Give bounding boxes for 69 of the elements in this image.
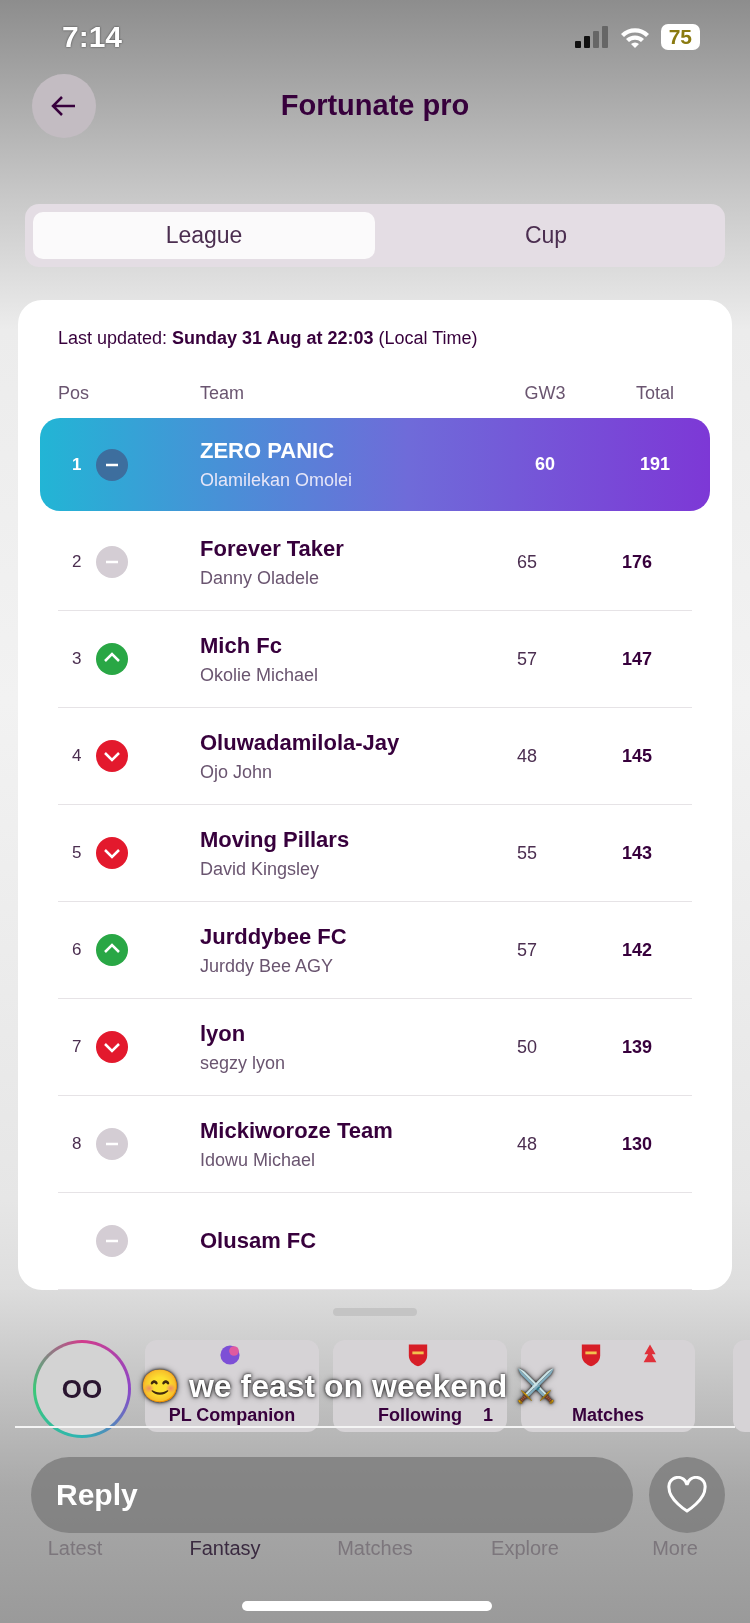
standings-row[interactable]: 4 Oluwadamilola-Jay Ojo John 48 145 xyxy=(58,708,692,805)
total-points: 145 xyxy=(620,745,653,767)
manager-name: Okolie Michael xyxy=(200,664,320,686)
standings-row[interactable]: 8 Mickiworoze Team Idowu Michael 48 130 xyxy=(58,1096,692,1193)
total-points: 139 xyxy=(620,1036,653,1058)
position-number: 6 xyxy=(72,940,83,960)
reply-field[interactable]: Reply xyxy=(31,1457,633,1533)
gameweek-points: 60 xyxy=(534,454,556,475)
position-number: 4 xyxy=(72,746,83,766)
total-points: 191 xyxy=(638,454,671,475)
manager-name: segzy lyon xyxy=(200,1052,287,1074)
quick-link[interactable]: Following xyxy=(378,1405,462,1426)
manager-name: Jurddy Bee AGY xyxy=(200,955,335,977)
column-header: Total xyxy=(635,383,675,404)
tab[interactable]: League xyxy=(33,211,375,259)
gameweek-points: 48 xyxy=(516,745,538,767)
gameweek-points: 57 xyxy=(516,648,538,670)
team-name: Forever Taker xyxy=(200,535,345,562)
total-points: 147 xyxy=(620,648,653,670)
gameweek-points: 55 xyxy=(516,842,538,864)
standings-row[interactable]: 2 Forever Taker Danny Oladele 65 176 xyxy=(58,514,692,611)
column-header: Pos xyxy=(58,383,91,404)
back-arrow-icon xyxy=(51,94,77,117)
team-name: Mickiworoze Team xyxy=(200,1117,394,1144)
highlighted-row[interactable]: 1 ZERO PANIC Olamilekan Omolei 60 191 xyxy=(40,418,710,511)
last-updated-text: Last updated: Sunday 31 Aug at 22:03 (Local Time) xyxy=(58,328,479,349)
nav-item[interactable]: Fantasy xyxy=(189,1537,261,1560)
standings-row[interactable]: 7 lyon segzy lyon 50 139 xyxy=(58,999,692,1096)
total-points: 130 xyxy=(620,1133,653,1155)
team-name: Olusam FC xyxy=(200,1228,318,1254)
standings-row[interactable]: 5 Moving Pillars David Kingsley 55 143 xyxy=(58,805,692,902)
standings-row[interactable]: 6 Jurddybee FC Jurddy Bee AGY 57 142 xyxy=(58,902,692,999)
status-time: 7:14 xyxy=(62,19,124,54)
signal-icon xyxy=(574,25,609,48)
position-number: 8 xyxy=(72,1134,83,1154)
manager-name: Danny Oladele xyxy=(200,567,321,589)
page-title: Fortunate pro xyxy=(280,89,470,122)
column-header: GW3 xyxy=(523,383,567,404)
total-points: 142 xyxy=(620,939,653,961)
quick-link[interactable]: PL Companion xyxy=(168,1405,296,1426)
manager-name: Olamilekan Omolei xyxy=(200,470,354,491)
team-name: Moving Pillars xyxy=(200,826,351,853)
team-name: Jurddybee FC xyxy=(200,923,348,950)
position-number: 1 xyxy=(72,454,83,475)
team-name: Mich Fc xyxy=(200,632,283,659)
manager-name: Idowu Michael xyxy=(200,1149,317,1171)
caption-overlay: 😊 we feast on weekend ⚔ xyxy=(140,1370,557,1402)
battery-level: 75 xyxy=(660,23,700,50)
position-number: 3 xyxy=(72,649,83,669)
tab[interactable]: Cup xyxy=(375,211,717,259)
team-name: ZERO PANIC xyxy=(200,438,336,464)
gameweek-points: 50 xyxy=(516,1036,538,1058)
team-name: lyon xyxy=(200,1020,247,1047)
position-number: 5 xyxy=(72,843,83,863)
position-number: 2 xyxy=(72,552,83,572)
standings-row[interactable]: 3 Mich Fc Okolie Michael 57 147 xyxy=(58,611,692,708)
follow-count: 1 xyxy=(483,1405,493,1426)
gameweek-points: 57 xyxy=(516,939,538,961)
manager-name: Ojo John xyxy=(200,761,274,783)
heart-icon xyxy=(666,1476,708,1514)
gameweek-points: 48 xyxy=(516,1133,538,1155)
total-points: 143 xyxy=(620,842,653,864)
team-name: Oluwadamilola-Jay xyxy=(200,729,401,756)
position-number: 7 xyxy=(72,1037,83,1057)
column-header: Team xyxy=(200,383,245,404)
manager-name: David Kingsley xyxy=(200,858,321,880)
total-points: 176 xyxy=(620,551,653,573)
quick-link[interactable]: Matches xyxy=(572,1405,644,1426)
gameweek-points: 65 xyxy=(516,551,538,573)
